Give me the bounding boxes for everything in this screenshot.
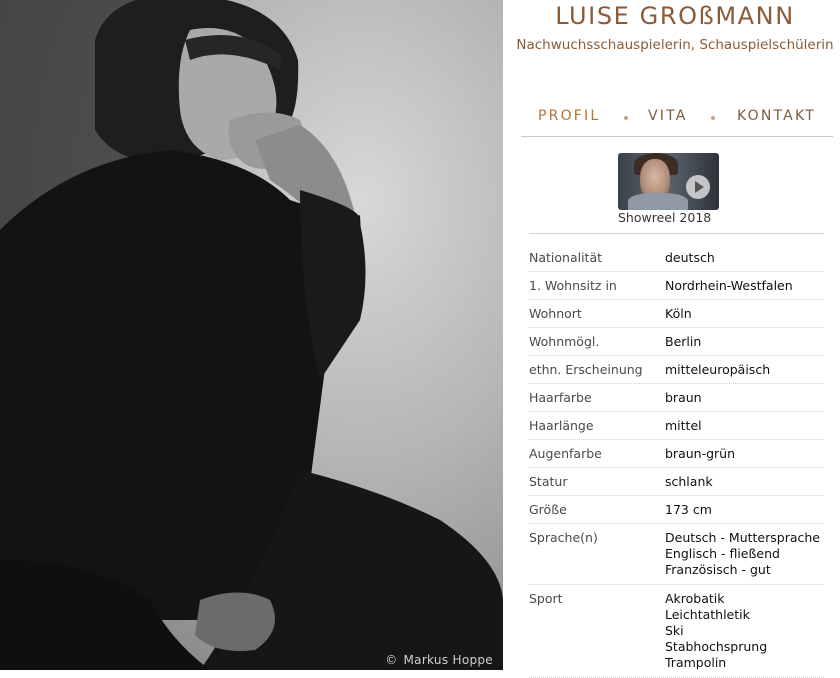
profile-value-line: braun <box>665 390 702 405</box>
profile-row: Haarlänge mittel <box>529 412 824 440</box>
profile-row: 1. Wohnsitz in Nordrhein-Westfalen <box>529 272 824 300</box>
nav-separator-dot <box>711 116 715 120</box>
profile-row: Sport Akrobatik Leichtathletik Ski Stabhochs… <box>529 585 824 678</box>
profile-label: Größe <box>529 502 567 517</box>
profile-value: 173 cm <box>665 502 712 518</box>
profile-value-line: braun-grün <box>665 446 736 461</box>
actor-name: LUISE GROßMANN <box>555 2 795 30</box>
profile-value-line: Nordrhein-Westfalen <box>665 278 793 293</box>
profile-value-line: Englisch - fließend <box>665 546 780 561</box>
profile-value: braun-grün <box>665 446 735 462</box>
nav-separator-dot <box>624 116 628 120</box>
profile-label: ethn. Erscheinung <box>529 362 643 377</box>
profile-label: Wohnort <box>529 306 582 321</box>
profile-row: Sprache(n) Deutsch - Muttersprache Englisc… <box>529 524 824 585</box>
profile-properties: Nationalität deutsch 1. Wohnsitz in Nordrhe… <box>529 244 824 678</box>
profile-value: Nordrhein-Westfalen <box>665 278 793 294</box>
profile-value: Köln <box>665 306 692 322</box>
profile-panel: LUISE GROßMANN Nachwuchsschauspielerin, … <box>503 0 840 678</box>
profile-label: Wohnmögl. <box>529 334 600 349</box>
profile-label: Sport <box>529 591 563 606</box>
profile-row: Statur schlank <box>529 468 824 496</box>
profile-value: Berlin <box>665 334 701 350</box>
profile-label: Sprache(n) <box>529 530 598 545</box>
profile-value: mitteleuropäisch <box>665 362 770 378</box>
profile-value-line: Leichtathletik <box>665 607 750 622</box>
profile-value: mittel <box>665 418 702 434</box>
profile-label: Haarfarbe <box>529 390 592 405</box>
profile-value: Akrobatik Leichtathletik Ski Stabhochsprung… <box>665 591 767 671</box>
showreel-thumbnail[interactable] <box>618 153 719 210</box>
profile-value-line: schlank <box>665 474 713 489</box>
portrait-photo: © Markus Hoppe <box>0 0 503 670</box>
profile-value-line: Berlin <box>665 334 702 349</box>
profile-value-line: deutsch <box>665 250 715 265</box>
divider <box>529 233 824 234</box>
profile-label: 1. Wohnsitz in <box>529 278 617 293</box>
play-icon[interactable] <box>686 175 710 199</box>
profile-label: Augenfarbe <box>529 446 602 461</box>
profile-row: ethn. Erscheinung mitteleuropäisch <box>529 356 824 384</box>
profile-value: deutsch <box>665 250 715 266</box>
profile-label: Nationalität <box>529 250 603 265</box>
main-nav: PROFIL VITA KONTAKT <box>521 108 833 137</box>
profile-value: Deutsch - Muttersprache Englisch - fließe… <box>665 530 820 578</box>
profile-row: Größe 173 cm <box>529 496 824 524</box>
profile-row: Haarfarbe braun <box>529 384 824 412</box>
profile-row: Augenfarbe braun-grün <box>529 440 824 468</box>
profile-label: Haarlänge <box>529 418 594 433</box>
profile-label: Statur <box>529 474 568 489</box>
photographer-name: Markus Hoppe <box>403 653 493 667</box>
copyright-symbol: © <box>385 653 398 667</box>
profile-value-line: mittel <box>665 418 702 433</box>
profile-value: braun <box>665 390 702 406</box>
profile-value-line: Köln <box>665 306 692 321</box>
nav-vita[interactable]: VITA <box>648 108 688 124</box>
profile-value-line: mitteleuropäisch <box>665 362 771 377</box>
profile-row: Nationalität deutsch <box>529 244 824 272</box>
nav-kontakt[interactable]: KONTAKT <box>737 108 816 124</box>
profile-value-line: Ski <box>665 623 684 638</box>
photo-credit: © Markus Hoppe <box>385 653 493 667</box>
profile-value-line: Stabhochsprung <box>665 639 768 654</box>
profile-value: schlank <box>665 474 713 490</box>
thumbnail-shirt <box>628 193 688 210</box>
profile-value-line: 173 cm <box>665 502 712 517</box>
portrait-illustration <box>0 0 503 670</box>
showreel-caption[interactable]: Showreel 2018 <box>618 210 718 225</box>
profile-row: Wohnmögl. Berlin <box>529 328 824 356</box>
actor-subtitle: Nachwuchsschauspielerin, Schauspielschül… <box>516 37 834 53</box>
profile-value-line: Trampolin <box>665 655 727 670</box>
profile-row: Wohnort Köln <box>529 300 824 328</box>
profile-value-line: Akrobatik <box>665 591 725 606</box>
nav-profil[interactable]: PROFIL <box>538 108 600 124</box>
profile-value-line: Französisch - gut <box>665 562 771 577</box>
profile-value-line: Deutsch - Muttersprache <box>665 530 820 545</box>
